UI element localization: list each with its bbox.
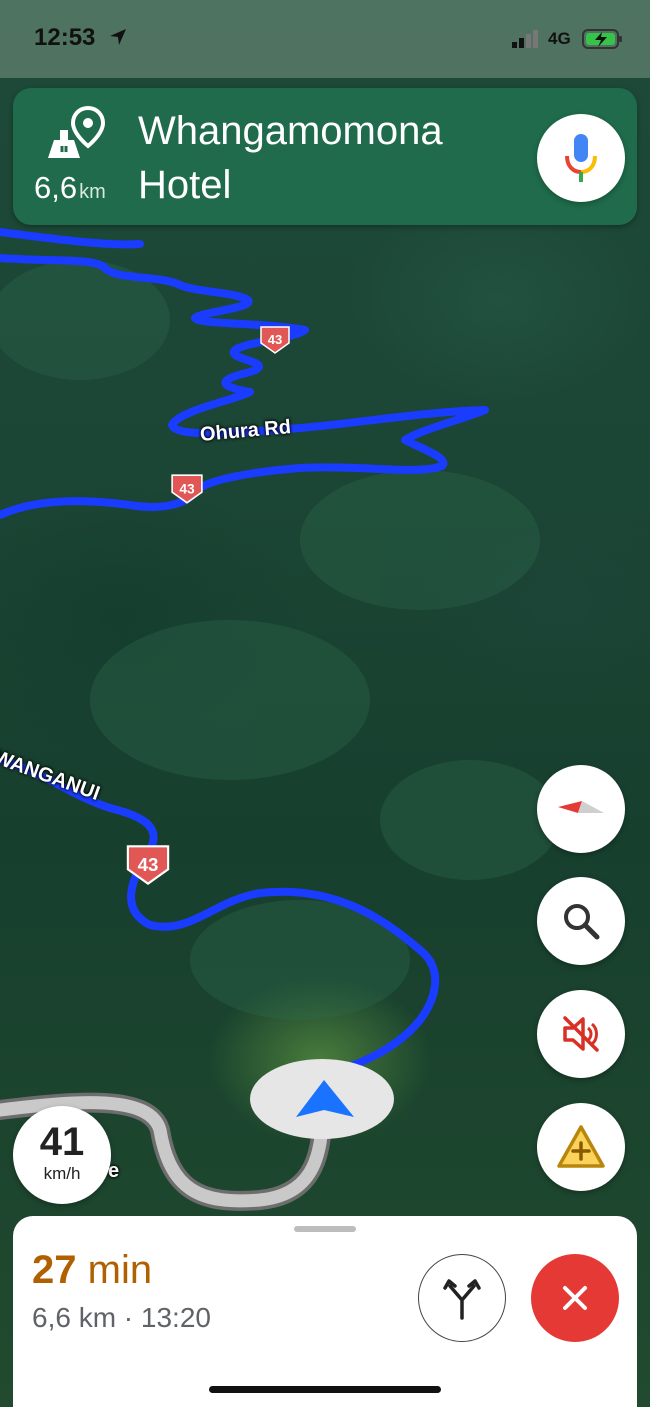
microphone-icon — [565, 134, 597, 182]
battery-charging-icon — [582, 29, 622, 49]
destination-marker-icon — [48, 106, 106, 158]
destination-name: Whangamomona Hotel — [138, 109, 443, 207]
distance-value: 6,6 — [34, 170, 78, 205]
sheet-grabber[interactable] — [294, 1226, 356, 1232]
distance-unit: km — [79, 181, 106, 203]
close-icon — [563, 1286, 587, 1310]
report-incident-button[interactable] — [537, 1103, 625, 1191]
speed-unit: km/h — [43, 1164, 81, 1183]
compass-icon — [558, 801, 604, 813]
trip-duration: 27 min — [32, 1248, 152, 1293]
trip-minutes-unit: min — [87, 1248, 153, 1292]
home-indicator[interactable] — [209, 1386, 441, 1393]
signal-icon — [512, 30, 538, 48]
exit-navigation-button[interactable] — [531, 1254, 619, 1342]
status-bar: 12:53 4G — [0, 0, 650, 78]
svg-text:43: 43 — [138, 854, 159, 875]
search-icon — [564, 904, 600, 940]
location-arrow-icon — [110, 29, 126, 45]
mute-button[interactable] — [537, 990, 625, 1078]
trip-distance-arrival: 6,6 km · 13:20 — [32, 1302, 211, 1333]
status-time: 12:53 — [34, 24, 96, 51]
current-speed: 41 — [39, 1120, 85, 1164]
alternate-routes-button[interactable] — [418, 1254, 506, 1342]
route-shield: 43 — [171, 474, 203, 504]
route-fork-icon — [443, 1279, 481, 1320]
search-button[interactable] — [537, 877, 625, 965]
trip-minutes: 27 — [32, 1248, 77, 1292]
voice-search-button[interactable] — [537, 114, 625, 202]
network-type: 4G — [548, 29, 571, 48]
distance-to-destination: 6,6 km — [34, 170, 106, 206]
speedometer: 41 km/h — [13, 1106, 111, 1204]
add-report-warning-icon — [557, 1125, 605, 1168]
compass-button[interactable] — [537, 765, 625, 853]
sound-muted-icon — [563, 1016, 599, 1052]
svg-text:43: 43 — [268, 332, 282, 347]
route-shield: 43 — [126, 845, 170, 886]
svg-text:43: 43 — [179, 480, 195, 496]
route-shield: 43 — [260, 326, 290, 354]
